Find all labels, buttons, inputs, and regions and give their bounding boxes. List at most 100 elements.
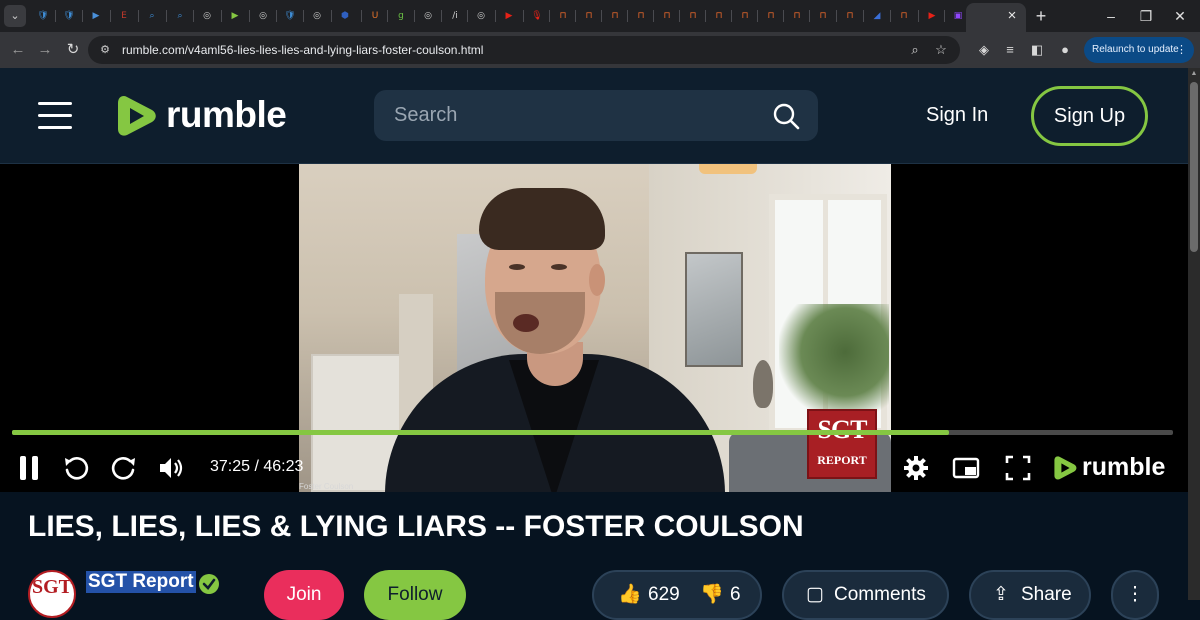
verified-check-icon (199, 574, 219, 594)
zoom-icon[interactable]: ⌕ (906, 41, 924, 59)
time-display: 37:25 / 46:23 (210, 458, 304, 475)
site-info-icon[interactable]: ⚙ (96, 41, 114, 59)
new-tab-button[interactable]: + (1031, 5, 1051, 27)
tab-separator (575, 10, 576, 22)
scroll-thumb[interactable] (1190, 82, 1198, 252)
page-scrollbar[interactable]: ▲ (1188, 68, 1200, 600)
bookmark-favicon[interactable]: ⊓ (660, 9, 674, 23)
globe-favicon[interactable]: ◎ (310, 9, 324, 23)
play-favicon[interactable]: ▶ (89, 9, 103, 23)
search-icon[interactable] (772, 102, 800, 130)
bookmark-favicon[interactable]: ⊓ (790, 9, 804, 23)
search-favicon[interactable]: ⌕ (173, 9, 187, 23)
video-frame[interactable]: Foster Coulson (299, 164, 891, 492)
side-panel-icon[interactable]: ◧ (1027, 40, 1047, 60)
sign-in-link[interactable]: Sign In (926, 104, 988, 127)
shield-favicon[interactable]: 🛡 (283, 9, 297, 23)
more-options-icon[interactable]: ⋮ (1111, 570, 1159, 620)
extension-icon[interactable]: ◈ (974, 40, 994, 60)
menu-hamburger-icon[interactable] (38, 102, 72, 130)
site-header: rumble Sign In Sign Up (0, 68, 1188, 164)
news-favicon[interactable]: E (117, 9, 131, 23)
tab-search-dropdown[interactable]: ⌄ (4, 5, 26, 27)
url-text[interactable]: rumble.com/v4aml56-lies-lies-lies-and-ly… (122, 36, 483, 64)
pause-button[interactable] (20, 454, 42, 482)
close-window-button[interactable]: ✕ (1163, 5, 1197, 27)
bookmark-favicon[interactable]: ⊓ (816, 9, 830, 23)
dislike-count[interactable]: 6 (730, 572, 741, 618)
bookmark-favicon[interactable]: ⊓ (686, 9, 700, 23)
globe-favicon[interactable]: ◎ (474, 9, 488, 23)
progress-bar[interactable] (12, 430, 1173, 435)
shield-favicon[interactable]: U (368, 9, 382, 23)
progress-fill (12, 430, 949, 435)
volume-icon[interactable] (157, 454, 185, 482)
relaunch-to-update-button[interactable]: Relaunch to update ⋮ (1084, 37, 1194, 63)
search-input[interactable] (394, 90, 764, 141)
channel-avatar[interactable]: SGT (28, 570, 76, 618)
chrome-menu-icon[interactable]: ⋮ (1176, 37, 1187, 63)
comments-button[interactable]: ▢ Comments (782, 570, 949, 620)
video-player[interactable]: Foster Coulson SGT REPORT 37:25 / 46:23 (0, 164, 1188, 492)
share-button[interactable]: ⇪ Share (969, 570, 1091, 620)
tab-separator (495, 10, 496, 22)
sign-up-button[interactable]: Sign Up (1031, 86, 1148, 146)
minimize-window-button[interactable]: – (1094, 5, 1128, 27)
shield-favicon[interactable]: 🛡 (62, 9, 76, 23)
bookmark-favicon[interactable]: ⊓ (608, 9, 622, 23)
forward-button[interactable]: → (33, 38, 57, 62)
globe-favicon[interactable]: ◎ (200, 9, 214, 23)
like-count[interactable]: 629 (648, 572, 680, 618)
dark-favicon[interactable]: ◢ (870, 9, 884, 23)
tab-separator (627, 10, 628, 22)
text-favicon[interactable]: /i (448, 9, 462, 23)
player-rumble-logo[interactable]: rumble (1053, 453, 1165, 482)
rumble-play-icon (1054, 456, 1077, 480)
channel-name[interactable]: SGT Report (86, 571, 196, 593)
youtube-favicon[interactable]: ▶ (502, 9, 516, 23)
tab-separator (387, 10, 388, 22)
tab-separator (361, 10, 362, 22)
logo-text: rumble (166, 94, 287, 135)
fast-forward-icon[interactable] (110, 454, 138, 482)
globe-favicon[interactable]: ◎ (256, 9, 270, 23)
thumbs-down-icon[interactable]: 👎 (700, 572, 724, 618)
hex-favicon[interactable]: ⬢ (338, 9, 352, 23)
tab-separator (110, 10, 111, 22)
close-tab-icon[interactable]: × (1003, 7, 1021, 25)
settings-gear-icon[interactable] (902, 454, 930, 482)
picture-in-picture-icon[interactable] (952, 454, 980, 482)
shield-favicon[interactable]: 🛡 (36, 9, 50, 23)
scroll-up-arrow-icon[interactable]: ▲ (1188, 68, 1200, 80)
rewind-icon[interactable] (62, 454, 90, 482)
youtube-favicon[interactable]: ▶ (925, 9, 939, 23)
join-button[interactable]: Join (264, 570, 344, 620)
reload-button[interactable]: ↻ (61, 38, 85, 62)
globe-favicon[interactable]: ◎ (421, 9, 435, 23)
thumbs-up-icon[interactable]: 👍 (618, 572, 642, 618)
restore-window-button[interactable]: ❐ (1129, 5, 1163, 27)
video-title: LIES, LIES, LIES & LYING LIARS -- FOSTER… (28, 510, 804, 543)
rumble-logo[interactable]: rumble (116, 92, 287, 140)
bookmark-favicon[interactable]: ⊓ (556, 9, 570, 23)
bookmark-favicon[interactable]: ⊓ (634, 9, 648, 23)
bookmark-favicon[interactable]: ⊓ (764, 9, 778, 23)
back-button[interactable]: ← (6, 38, 30, 62)
bookmark-favicon[interactable]: ⊓ (712, 9, 726, 23)
mic-favicon[interactable]: 🎙 (530, 9, 544, 23)
bookmark-favicon[interactable]: ⊓ (582, 9, 596, 23)
g-favicon[interactable]: g (394, 9, 408, 23)
follow-button[interactable]: Follow (364, 570, 466, 620)
address-bar[interactable]: ⚙ rumble.com/v4aml56-lies-lies-lies-and-… (88, 36, 960, 64)
search-favicon[interactable]: ⌕ (145, 9, 159, 23)
bookmark-favicon[interactable]: ⊓ (843, 9, 857, 23)
fullscreen-icon[interactable] (1004, 454, 1032, 482)
twitch-favicon[interactable]: ▣ (951, 9, 965, 23)
media-controls-icon[interactable]: ≡ (1000, 40, 1020, 60)
profile-icon[interactable]: ● (1055, 40, 1075, 60)
tab-separator (276, 10, 277, 22)
bookmark-favicon[interactable]: ⊓ (738, 9, 752, 23)
rumble-favicon[interactable]: ▶ (228, 9, 242, 23)
bookmark-favicon[interactable]: ⊓ (897, 9, 911, 23)
bookmark-star-icon[interactable]: ☆ (932, 41, 950, 59)
